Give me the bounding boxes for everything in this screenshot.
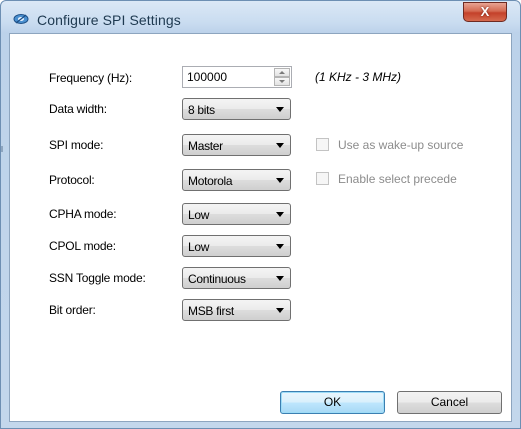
chevron-down-icon: [276, 212, 284, 217]
spin-up-icon[interactable]: [274, 68, 290, 77]
bit-order-select[interactable]: MSB first: [182, 299, 291, 321]
select-precede-label: Enable select precede: [338, 172, 457, 186]
ssn-toggle-mode-label: SSN Toggle mode:: [49, 271, 146, 285]
resize-grip[interactable]: [1, 146, 3, 152]
ok-button[interactable]: OK: [280, 391, 385, 414]
cpha-mode-label: CPHA mode:: [49, 207, 117, 221]
close-icon: X: [480, 4, 490, 19]
spi-mode-value: Master: [188, 139, 223, 153]
frequency-spin-buttons[interactable]: [274, 68, 290, 86]
cpol-mode-select[interactable]: Low: [182, 235, 291, 257]
app-icon: [13, 14, 29, 24]
frequency-label: Frequency (Hz):: [49, 71, 133, 85]
dialog-window: Configure SPI Settings X Frequency (Hz):…: [0, 0, 521, 429]
data-width-select[interactable]: 8 bits: [182, 98, 291, 120]
select-precede-checkbox[interactable]: [316, 172, 329, 185]
wake-up-label: Use as wake-up source: [338, 138, 464, 152]
protocol-value: Motorola: [188, 174, 233, 188]
window-title: Configure SPI Settings: [37, 12, 181, 28]
wake-up-checkbox[interactable]: [316, 138, 329, 151]
cpha-mode-value: Low: [188, 208, 210, 222]
protocol-label: Protocol:: [49, 173, 95, 187]
spi-mode-label: SPI mode:: [49, 138, 104, 152]
dialog-body: Frequency (Hz): (1 KHz - 3 MHz) Data wid…: [9, 33, 512, 422]
chevron-down-icon: [276, 244, 284, 249]
ssn-toggle-mode-value: Continuous: [188, 272, 246, 286]
chevron-down-icon: [276, 178, 284, 183]
data-width-label: Data width:: [49, 102, 107, 116]
title-bar[interactable]: Configure SPI Settings X: [1, 1, 520, 33]
chevron-down-icon: [276, 308, 284, 313]
data-width-value: 8 bits: [188, 103, 215, 117]
cpha-mode-select[interactable]: Low: [182, 203, 291, 225]
cpol-mode-label: CPOL mode:: [49, 239, 116, 253]
bit-order-value: MSB first: [188, 304, 234, 318]
chevron-down-icon: [276, 107, 284, 112]
close-button[interactable]: X: [463, 2, 507, 22]
chevron-down-icon: [276, 276, 284, 281]
spin-down-icon[interactable]: [274, 77, 290, 86]
bit-order-label: Bit order:: [49, 303, 96, 317]
frequency-input[interactable]: [187, 69, 265, 85]
chevron-down-icon: [276, 143, 284, 148]
ssn-toggle-mode-select[interactable]: Continuous: [182, 267, 291, 289]
cpol-mode-value: Low: [188, 240, 210, 254]
protocol-select[interactable]: Motorola: [182, 169, 291, 191]
frequency-spinner[interactable]: [182, 66, 292, 88]
frequency-range-hint: (1 KHz - 3 MHz): [315, 70, 402, 84]
cancel-button[interactable]: Cancel: [397, 391, 502, 414]
spi-mode-select[interactable]: Master: [182, 134, 291, 156]
